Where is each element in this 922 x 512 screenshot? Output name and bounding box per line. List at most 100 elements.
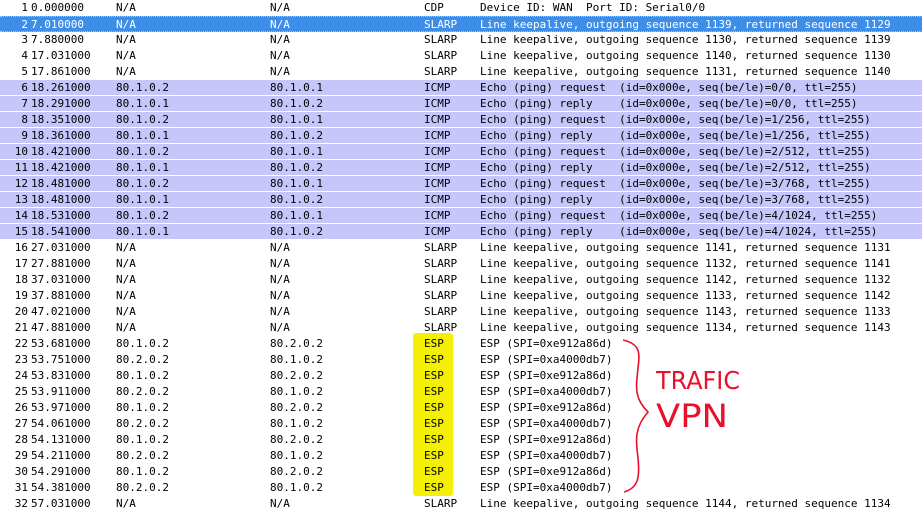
packet-dst-cell: 80.1.0.1 xyxy=(270,145,323,158)
packet-info-cell: ESP (SPI=0xe912a86d) xyxy=(480,369,613,382)
packet-row[interactable]: 13 18.481000 80.1.0.1 80.1.0.2 ICMP Echo (pin… xyxy=(0,192,922,208)
packet-src-cell: N/A xyxy=(116,273,136,286)
packet-time-cell: 27.881000 xyxy=(31,257,91,270)
packet-src-cell: 80.2.0.2 xyxy=(116,353,169,366)
packet-row[interactable]: 30 54.291000 80.1.0.2 80.2.0.2 ESP ESP (SPI=0… xyxy=(0,464,922,480)
packet-row[interactable]: 12 18.481000 80.1.0.2 80.1.0.1 ICMP Echo (pin… xyxy=(0,176,922,192)
packet-time-cell: 18.261000 xyxy=(31,81,91,94)
packet-row[interactable]: 26 53.971000 80.1.0.2 80.2.0.2 ESP ESP (SPI=0… xyxy=(0,400,922,416)
packet-time-cell: 27.031000 xyxy=(31,241,91,254)
packet-time-cell: 18.481000 xyxy=(31,177,91,190)
packet-time-cell: 47.021000 xyxy=(31,305,91,318)
packet-row[interactable]: 29 54.211000 80.2.0.2 80.1.0.2 ESP ESP (SPI=0… xyxy=(0,448,922,464)
packet-row[interactable]: 6 18.261000 80.1.0.2 80.1.0.1 ICMP Echo (ping… xyxy=(0,80,922,96)
packet-dst-cell: 80.1.0.2 xyxy=(270,97,323,110)
packet-src-cell: 80.1.0.2 xyxy=(116,465,169,478)
packet-row[interactable]: 20 47.021000 N/A N/A SLARP Line keepalive, ou… xyxy=(0,304,922,320)
packet-src-cell: 80.1.0.2 xyxy=(116,369,169,382)
packet-row[interactable]: 28 54.131000 80.1.0.2 80.2.0.2 ESP ESP (SPI=0… xyxy=(0,432,922,448)
packet-info-cell: ESP (SPI=0xe912a86d) xyxy=(480,401,613,414)
packet-time-cell: 47.881000 xyxy=(31,321,91,334)
packet-no-cell: 3 xyxy=(21,33,28,46)
packet-info-cell: Echo (ping) request (id=0x000e, seq(be/l… xyxy=(480,145,871,158)
packet-row[interactable]: 10 18.421000 80.1.0.2 80.1.0.1 ICMP Echo (pin… xyxy=(0,144,922,160)
packet-time-cell: 17.861000 xyxy=(31,65,91,78)
packet-proto-cell: ICMP xyxy=(424,193,451,206)
packet-no-cell: 14 xyxy=(14,209,28,222)
packet-row[interactable]: 18 37.031000 N/A N/A SLARP Line keepalive, ou… xyxy=(0,272,922,288)
packet-row[interactable]: 19 37.881000 N/A N/A SLARP Line keepalive, ou… xyxy=(0,288,922,304)
packet-row[interactable]: 16 27.031000 N/A N/A SLARP Line keepalive, ou… xyxy=(0,240,922,256)
packet-row[interactable]: 8 18.351000 80.1.0.2 80.1.0.1 ICMP Echo (ping… xyxy=(0,112,922,128)
packet-no-cell: 11 xyxy=(14,161,28,174)
packet-time-cell: 54.061000 xyxy=(31,417,91,430)
packet-proto-cell: SLARP xyxy=(424,497,458,510)
packet-list[interactable]: 1 0.000000 N/A N/A CDP Device ID: WAN Port ID… xyxy=(0,0,922,512)
packet-src-cell: N/A xyxy=(116,18,136,31)
packet-dst-cell: N/A xyxy=(270,497,290,510)
packet-row[interactable]: 11 18.421000 80.1.0.1 80.1.0.2 ICMP Echo (pin… xyxy=(0,160,922,176)
packet-row[interactable]: 25 53.911000 80.2.0.2 80.1.0.2 ESP ESP (SPI=0… xyxy=(0,384,922,400)
packet-no-cell: 18 xyxy=(14,273,28,286)
packet-time-cell: 17.031000 xyxy=(31,49,91,62)
packet-no-cell: 9 xyxy=(21,129,28,142)
packet-info-cell: Echo (ping) request (id=0x000e, seq(be/l… xyxy=(480,177,871,190)
packet-row[interactable]: 5 17.861000 N/A N/A SLARP Line keepalive, out… xyxy=(0,64,922,80)
packet-proto-cell: ICMP xyxy=(424,113,451,126)
packet-proto-cell: ESP xyxy=(424,465,444,478)
packet-src-cell: 80.1.0.2 xyxy=(116,433,169,446)
packet-dst-cell: 80.1.0.2 xyxy=(270,193,323,206)
packet-row[interactable]: 32 57.031000 N/A N/A SLARP Line keepalive, ou… xyxy=(0,496,922,512)
packet-src-cell: N/A xyxy=(116,241,136,254)
packet-info-cell: ESP (SPI=0xa4000db7) xyxy=(480,385,613,398)
packet-time-cell: 53.681000 xyxy=(31,337,91,350)
packet-row[interactable]: 2 7.010000 N/A N/A SLARP Line keepalive, outg… xyxy=(0,16,922,32)
packet-info-cell: Line keepalive, outgoing sequence 1133, … xyxy=(480,289,891,302)
packet-row[interactable]: 15 18.541000 80.1.0.1 80.1.0.2 ICMP Echo (pin… xyxy=(0,224,922,240)
packet-row[interactable]: 1 0.000000 N/A N/A CDP Device ID: WAN Port ID… xyxy=(0,0,922,16)
packet-dst-cell: 80.1.0.2 xyxy=(270,449,323,462)
packet-dst-cell: N/A xyxy=(270,241,290,254)
packet-row[interactable]: 4 17.031000 N/A N/A SLARP Line keepalive, out… xyxy=(0,48,922,64)
packet-dst-cell: 80.2.0.2 xyxy=(270,337,323,350)
packet-proto-cell: SLARP xyxy=(424,49,458,62)
packet-proto-cell: ICMP xyxy=(424,129,451,142)
packet-row[interactable]: 7 18.291000 80.1.0.1 80.1.0.2 ICMP Echo (ping… xyxy=(0,96,922,112)
packet-src-cell: 80.2.0.2 xyxy=(116,385,169,398)
packet-no-cell: 31 xyxy=(14,481,28,494)
packet-row[interactable]: 24 53.831000 80.1.0.2 80.2.0.2 ESP ESP (SPI=0… xyxy=(0,368,922,384)
packet-info-cell: Echo (ping) reply (id=0x000e, seq(be/le)… xyxy=(480,193,871,206)
packet-row[interactable]: 23 53.751000 80.2.0.2 80.1.0.2 ESP ESP (SPI=0… xyxy=(0,352,922,368)
packet-src-cell: 80.1.0.2 xyxy=(116,337,169,350)
packet-time-cell: 53.911000 xyxy=(31,385,91,398)
packet-src-cell: N/A xyxy=(116,321,136,334)
packet-info-cell: Echo (ping) reply (id=0x000e, seq(be/le)… xyxy=(480,225,878,238)
packet-dst-cell: 80.1.0.1 xyxy=(270,113,323,126)
packet-time-cell: 0.000000 xyxy=(31,1,84,14)
packet-src-cell: 80.1.0.1 xyxy=(116,129,169,142)
packet-row[interactable]: 17 27.881000 N/A N/A SLARP Line keepalive, ou… xyxy=(0,256,922,272)
packet-row[interactable]: 27 54.061000 80.2.0.2 80.1.0.2 ESP ESP (SPI=0… xyxy=(0,416,922,432)
packet-row[interactable]: 22 53.681000 80.1.0.2 80.2.0.2 ESP ESP (SPI=0… xyxy=(0,336,922,352)
packet-no-cell: 23 xyxy=(14,353,28,366)
packet-row[interactable]: 9 18.361000 80.1.0.1 80.1.0.2 ICMP Echo (ping… xyxy=(0,128,922,144)
packet-dst-cell: 80.1.0.2 xyxy=(270,353,323,366)
packet-dst-cell: 80.1.0.2 xyxy=(270,129,323,142)
packet-info-cell: Line keepalive, outgoing sequence 1144, … xyxy=(480,497,891,510)
packet-time-cell: 53.971000 xyxy=(31,401,91,414)
packet-proto-cell: ICMP xyxy=(424,81,451,94)
packet-dst-cell: 80.1.0.2 xyxy=(270,161,323,174)
packet-no-cell: 20 xyxy=(14,305,28,318)
packet-dst-cell: N/A xyxy=(270,49,290,62)
packet-proto-cell: SLARP xyxy=(424,305,458,318)
packet-row[interactable]: 21 47.881000 N/A N/A SLARP Line keepalive, ou… xyxy=(0,320,922,336)
packet-no-cell: 25 xyxy=(14,385,28,398)
packet-proto-cell: ESP xyxy=(424,449,444,462)
packet-row[interactable]: 14 18.531000 80.1.0.2 80.1.0.1 ICMP Echo (pin… xyxy=(0,208,922,224)
packet-proto-cell: ICMP xyxy=(424,225,451,238)
packet-row[interactable]: 31 54.381000 80.2.0.2 80.1.0.2 ESP ESP (SPI=0… xyxy=(0,480,922,496)
packet-row[interactable]: 3 7.880000 N/A N/A SLARP Line keepalive, outg… xyxy=(0,32,922,48)
packet-dst-cell: N/A xyxy=(270,273,290,286)
packet-time-cell: 54.211000 xyxy=(31,449,91,462)
packet-time-cell: 53.751000 xyxy=(31,353,91,366)
